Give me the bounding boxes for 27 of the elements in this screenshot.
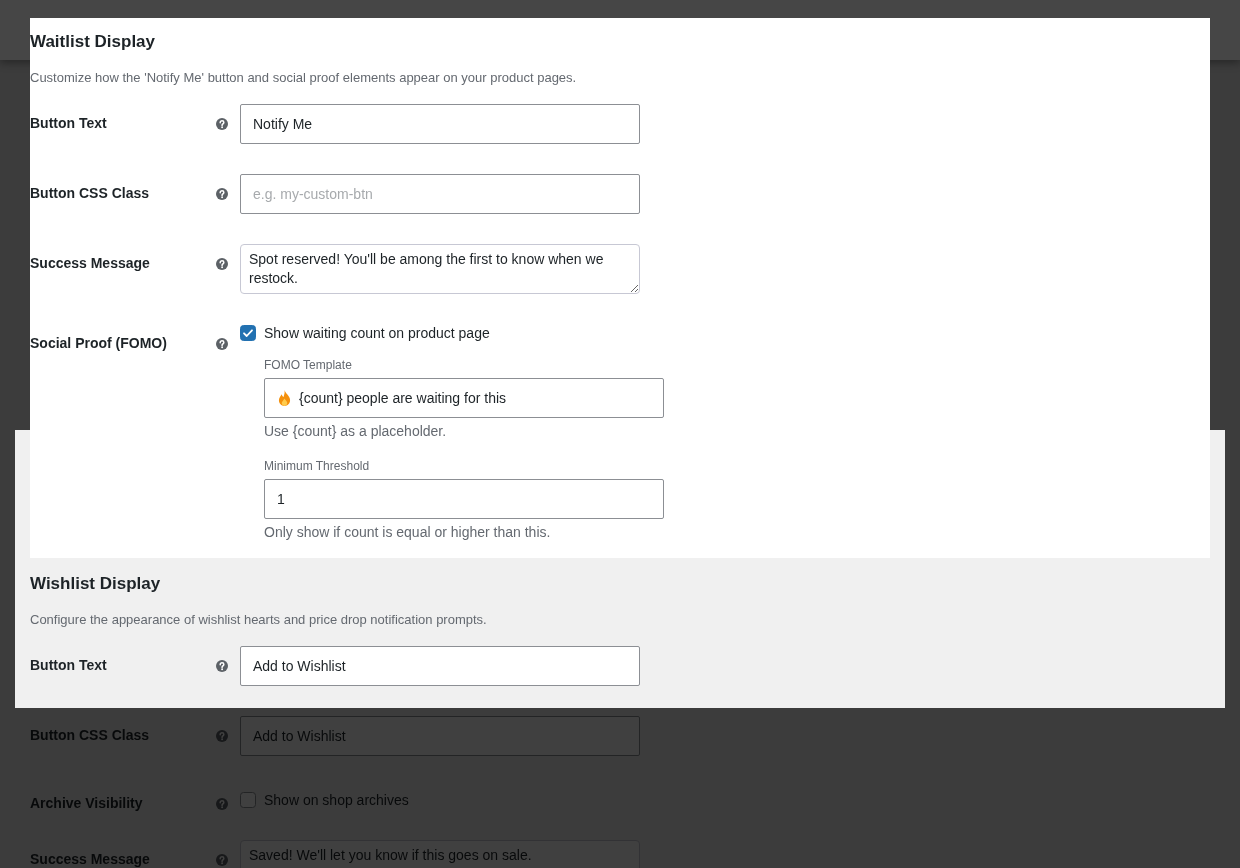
help-icon[interactable] — [216, 257, 228, 270]
field-label: Button Text — [30, 115, 107, 132]
help-icon[interactable] — [216, 659, 228, 672]
input-field[interactable]: {count} people are waiting for this — [264, 378, 664, 418]
input-field[interactable]: Add to Wishlist — [240, 646, 640, 686]
section-title: Wishlist Display — [30, 573, 161, 595]
field-label: Social Proof (FOMO) — [30, 335, 167, 352]
help-icon[interactable] — [216, 117, 228, 130]
checkbox[interactable] — [240, 792, 256, 808]
checkbox[interactable] — [240, 325, 256, 341]
textarea-field[interactable]: Spot reserved! You'll be among the first to know when we restock. — [240, 244, 640, 294]
input-field[interactable]: 1 — [264, 479, 664, 519]
input-field[interactable]: Notify Me — [240, 104, 640, 144]
checkbox-label[interactable]: Show waiting count on product page — [264, 325, 490, 341]
help-icon[interactable] — [216, 337, 228, 350]
field-label: Button Text — [30, 657, 107, 674]
hint-text: Only show if count is equal or higher than this. — [264, 524, 551, 541]
subfield-label: Minimum Threshold — [264, 459, 370, 474]
help-icon[interactable] — [216, 187, 228, 200]
field-label: Button CSS Class — [30, 185, 149, 202]
field-label: Success Message — [30, 255, 150, 272]
hint-text: Use {count} as a placeholder. — [264, 423, 447, 440]
input-field[interactable]: e.g. my-custom-btn — [240, 174, 640, 214]
subfield-label: FOMO Template — [264, 358, 352, 373]
section-description: Customize how the 'Notify Me' button and social proof elements appear on your product pages. — [30, 69, 577, 87]
section-description: Configure the appearance of wishlist hearts and price drop notification prompts. — [30, 611, 487, 629]
section-title: Waitlist Display — [30, 31, 155, 53]
